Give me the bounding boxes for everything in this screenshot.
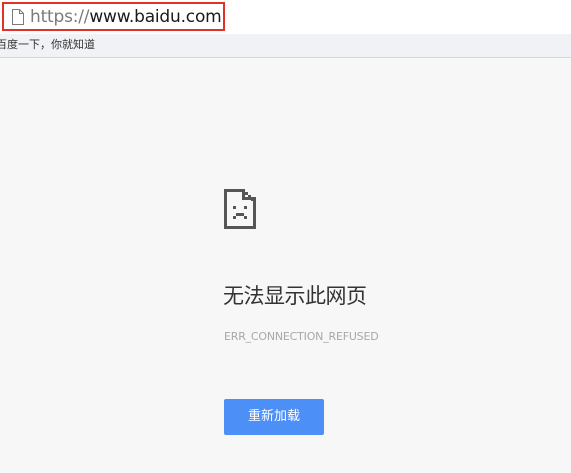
url-text[interactable]: https://www.baidu.com bbox=[30, 7, 222, 27]
url-host: www.baidu.com bbox=[89, 6, 222, 27]
page-icon bbox=[12, 8, 24, 25]
tab-title[interactable]: 百度一下，你就知道 bbox=[0, 38, 95, 52]
sad-page-icon bbox=[224, 189, 256, 229]
error-code: ERR_CONNECTION_REFUSED bbox=[224, 330, 379, 343]
tab-strip: 百度一下，你就知道 bbox=[0, 34, 571, 58]
url-box[interactable]: https://www.baidu.com bbox=[2, 2, 225, 31]
reload-button[interactable]: 重新加载 bbox=[224, 399, 324, 435]
error-title: 无法显示此网页 bbox=[223, 284, 367, 308]
address-bar: https://www.baidu.com bbox=[0, 0, 571, 34]
url-scheme: https:// bbox=[30, 6, 90, 27]
